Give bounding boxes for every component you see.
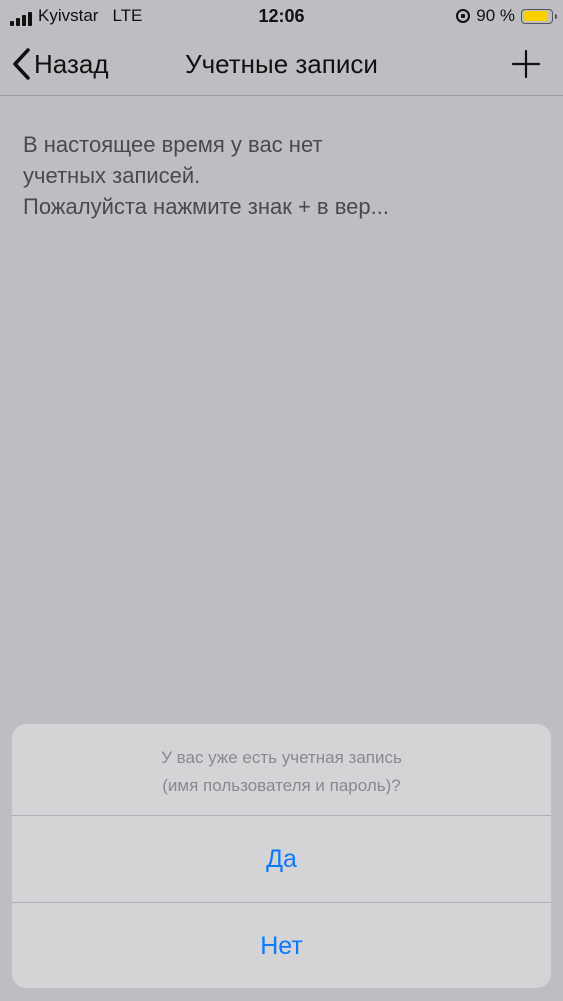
- orientation-lock-icon: [456, 9, 471, 23]
- battery-fill: [523, 11, 548, 21]
- yes-button[interactable]: Да: [12, 816, 551, 903]
- back-button-label: Назад: [34, 48, 109, 79]
- empty-state-line: В настоящее время у вас нет: [23, 132, 323, 157]
- action-sheet-message-line: У вас уже есть учетная запись: [161, 748, 402, 767]
- chevron-left-icon: [13, 48, 30, 80]
- navigation-bar: Назад Учетные записи: [0, 34, 563, 96]
- empty-state-message: В настоящее время у вас нет учетных запи…: [23, 129, 463, 222]
- battery-percent: 90 %: [476, 6, 515, 25]
- no-button[interactable]: Нет: [12, 903, 551, 988]
- plus-icon: [511, 49, 541, 79]
- status-bar: Kyivstar LTE 12:06 90 %: [0, 0, 563, 34]
- empty-state-line: Пожалуйста нажмите знак + в вер...: [23, 194, 389, 219]
- action-sheet-message-line: (имя пользователя и пароль)?: [162, 776, 401, 795]
- add-account-button[interactable]: [509, 47, 543, 81]
- action-sheet: У вас уже есть учетная запись (имя польз…: [12, 724, 551, 988]
- back-button[interactable]: Назад: [10, 44, 109, 84]
- battery-icon: [521, 8, 557, 24]
- empty-state-line: учетных записей.: [23, 163, 201, 188]
- action-sheet-message: У вас уже есть учетная запись (имя польз…: [12, 724, 551, 816]
- status-bar-right: 90 %: [456, 6, 557, 26]
